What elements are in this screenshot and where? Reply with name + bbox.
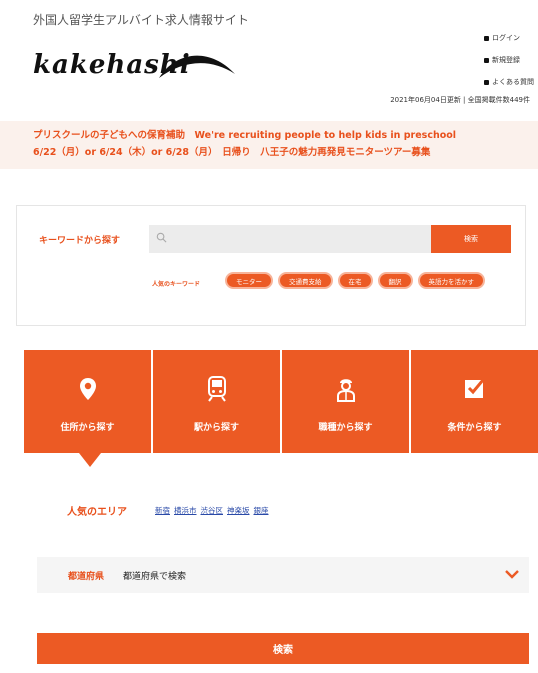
keyword-tag[interactable]: 翻訳 — [377, 272, 413, 289]
keyword-search-label: キーワードから探す — [39, 236, 121, 246]
keyword-tag[interactable]: 交通費支給 — [278, 272, 333, 289]
popular-keywords-label: 人気のキーワード — [152, 281, 201, 288]
bullet-icon — [484, 79, 489, 85]
update-info: 2021年06月04日更新 | 全国掲載件数449件 — [390, 96, 530, 104]
keyword-tag[interactable]: 在宅 — [337, 272, 373, 289]
chevron-down-icon — [505, 570, 519, 579]
login-link[interactable]: ログイン — [484, 27, 534, 49]
search-button[interactable]: 検索 — [37, 633, 529, 664]
keyword-input[interactable] — [149, 225, 431, 253]
tab-conditions-label: 条件から探す — [447, 423, 502, 433]
area-link[interactable]: 新宿 — [155, 505, 170, 516]
login-link-label: ログイン — [492, 34, 520, 42]
keyword-tag[interactable]: 英語力を活かす — [417, 272, 485, 289]
search-icon — [156, 232, 167, 246]
tab-job-type-label: 職種から探す — [318, 423, 373, 433]
area-link[interactable]: 神楽坂 — [227, 505, 250, 516]
tab-address-label: 住所から探す — [60, 423, 115, 433]
train-icon — [204, 376, 230, 402]
logo-swoosh-icon — [159, 55, 235, 78]
notice-link-tour[interactable]: 6/22（月）or 6/24（木）or 6/28（月） 日帰り 八王子の魅力再発… — [33, 144, 538, 161]
prefecture-select[interactable]: 都道府県 都道府県で検索 — [37, 557, 529, 593]
faq-link[interactable]: よくある質問 — [484, 71, 534, 93]
keyword-search-button[interactable]: 検索 — [431, 225, 511, 253]
prefecture-value: 都道府県で検索 — [123, 572, 187, 582]
notice-link-preschool[interactable]: プリスクールの子どもへの保育補助 We're recruiting people… — [33, 127, 538, 144]
notice-banner: プリスクールの子どもへの保育補助 We're recruiting people… — [0, 121, 538, 169]
search-category-tabs: 住所から探す 駅から探す 職種から探す 条件から探す — [24, 350, 538, 453]
tab-station[interactable]: 駅から探す — [153, 350, 282, 453]
keyword-search-box: キーワードから探す 検索 人気のキーワード モニター 交通費支給 在宅 翻訳 英… — [16, 205, 526, 326]
keyword-tag[interactable]: モニター — [225, 272, 273, 289]
popular-keywords: モニター 交通費支給 在宅 翻訳 英語力を活かす — [225, 272, 485, 289]
register-link-label: 新規登録 — [492, 56, 520, 64]
site-logo[interactable]: kakehashi — [33, 42, 243, 90]
site-tagline: 外国人留学生アルバイト求人情報サイト — [33, 13, 249, 27]
popular-area-label: 人気のエリア — [67, 507, 127, 518]
popular-area-links: 新宿 横浜市 渋谷区 神楽坂 銀座 — [155, 505, 269, 516]
bullet-icon — [484, 35, 489, 41]
register-link[interactable]: 新規登録 — [484, 49, 534, 71]
tab-conditions[interactable]: 条件から探す — [411, 350, 538, 453]
bullet-icon — [484, 57, 489, 63]
tab-address[interactable]: 住所から探す — [24, 350, 153, 453]
tab-station-label: 駅から探す — [193, 423, 239, 433]
area-link[interactable]: 渋谷区 — [201, 505, 224, 516]
prefecture-label: 都道府県 — [68, 572, 105, 582]
worker-icon — [333, 376, 359, 402]
faq-link-label: よくある質問 — [492, 78, 534, 86]
area-link[interactable]: 横浜市 — [174, 505, 197, 516]
tab-job-type[interactable]: 職種から探す — [282, 350, 411, 453]
map-pin-icon — [75, 376, 101, 402]
checkbox-icon — [462, 376, 488, 402]
active-tab-indicator — [79, 453, 101, 467]
header-links: ログイン 新規登録 よくある質問 — [484, 27, 534, 93]
area-link[interactable]: 銀座 — [254, 505, 269, 516]
